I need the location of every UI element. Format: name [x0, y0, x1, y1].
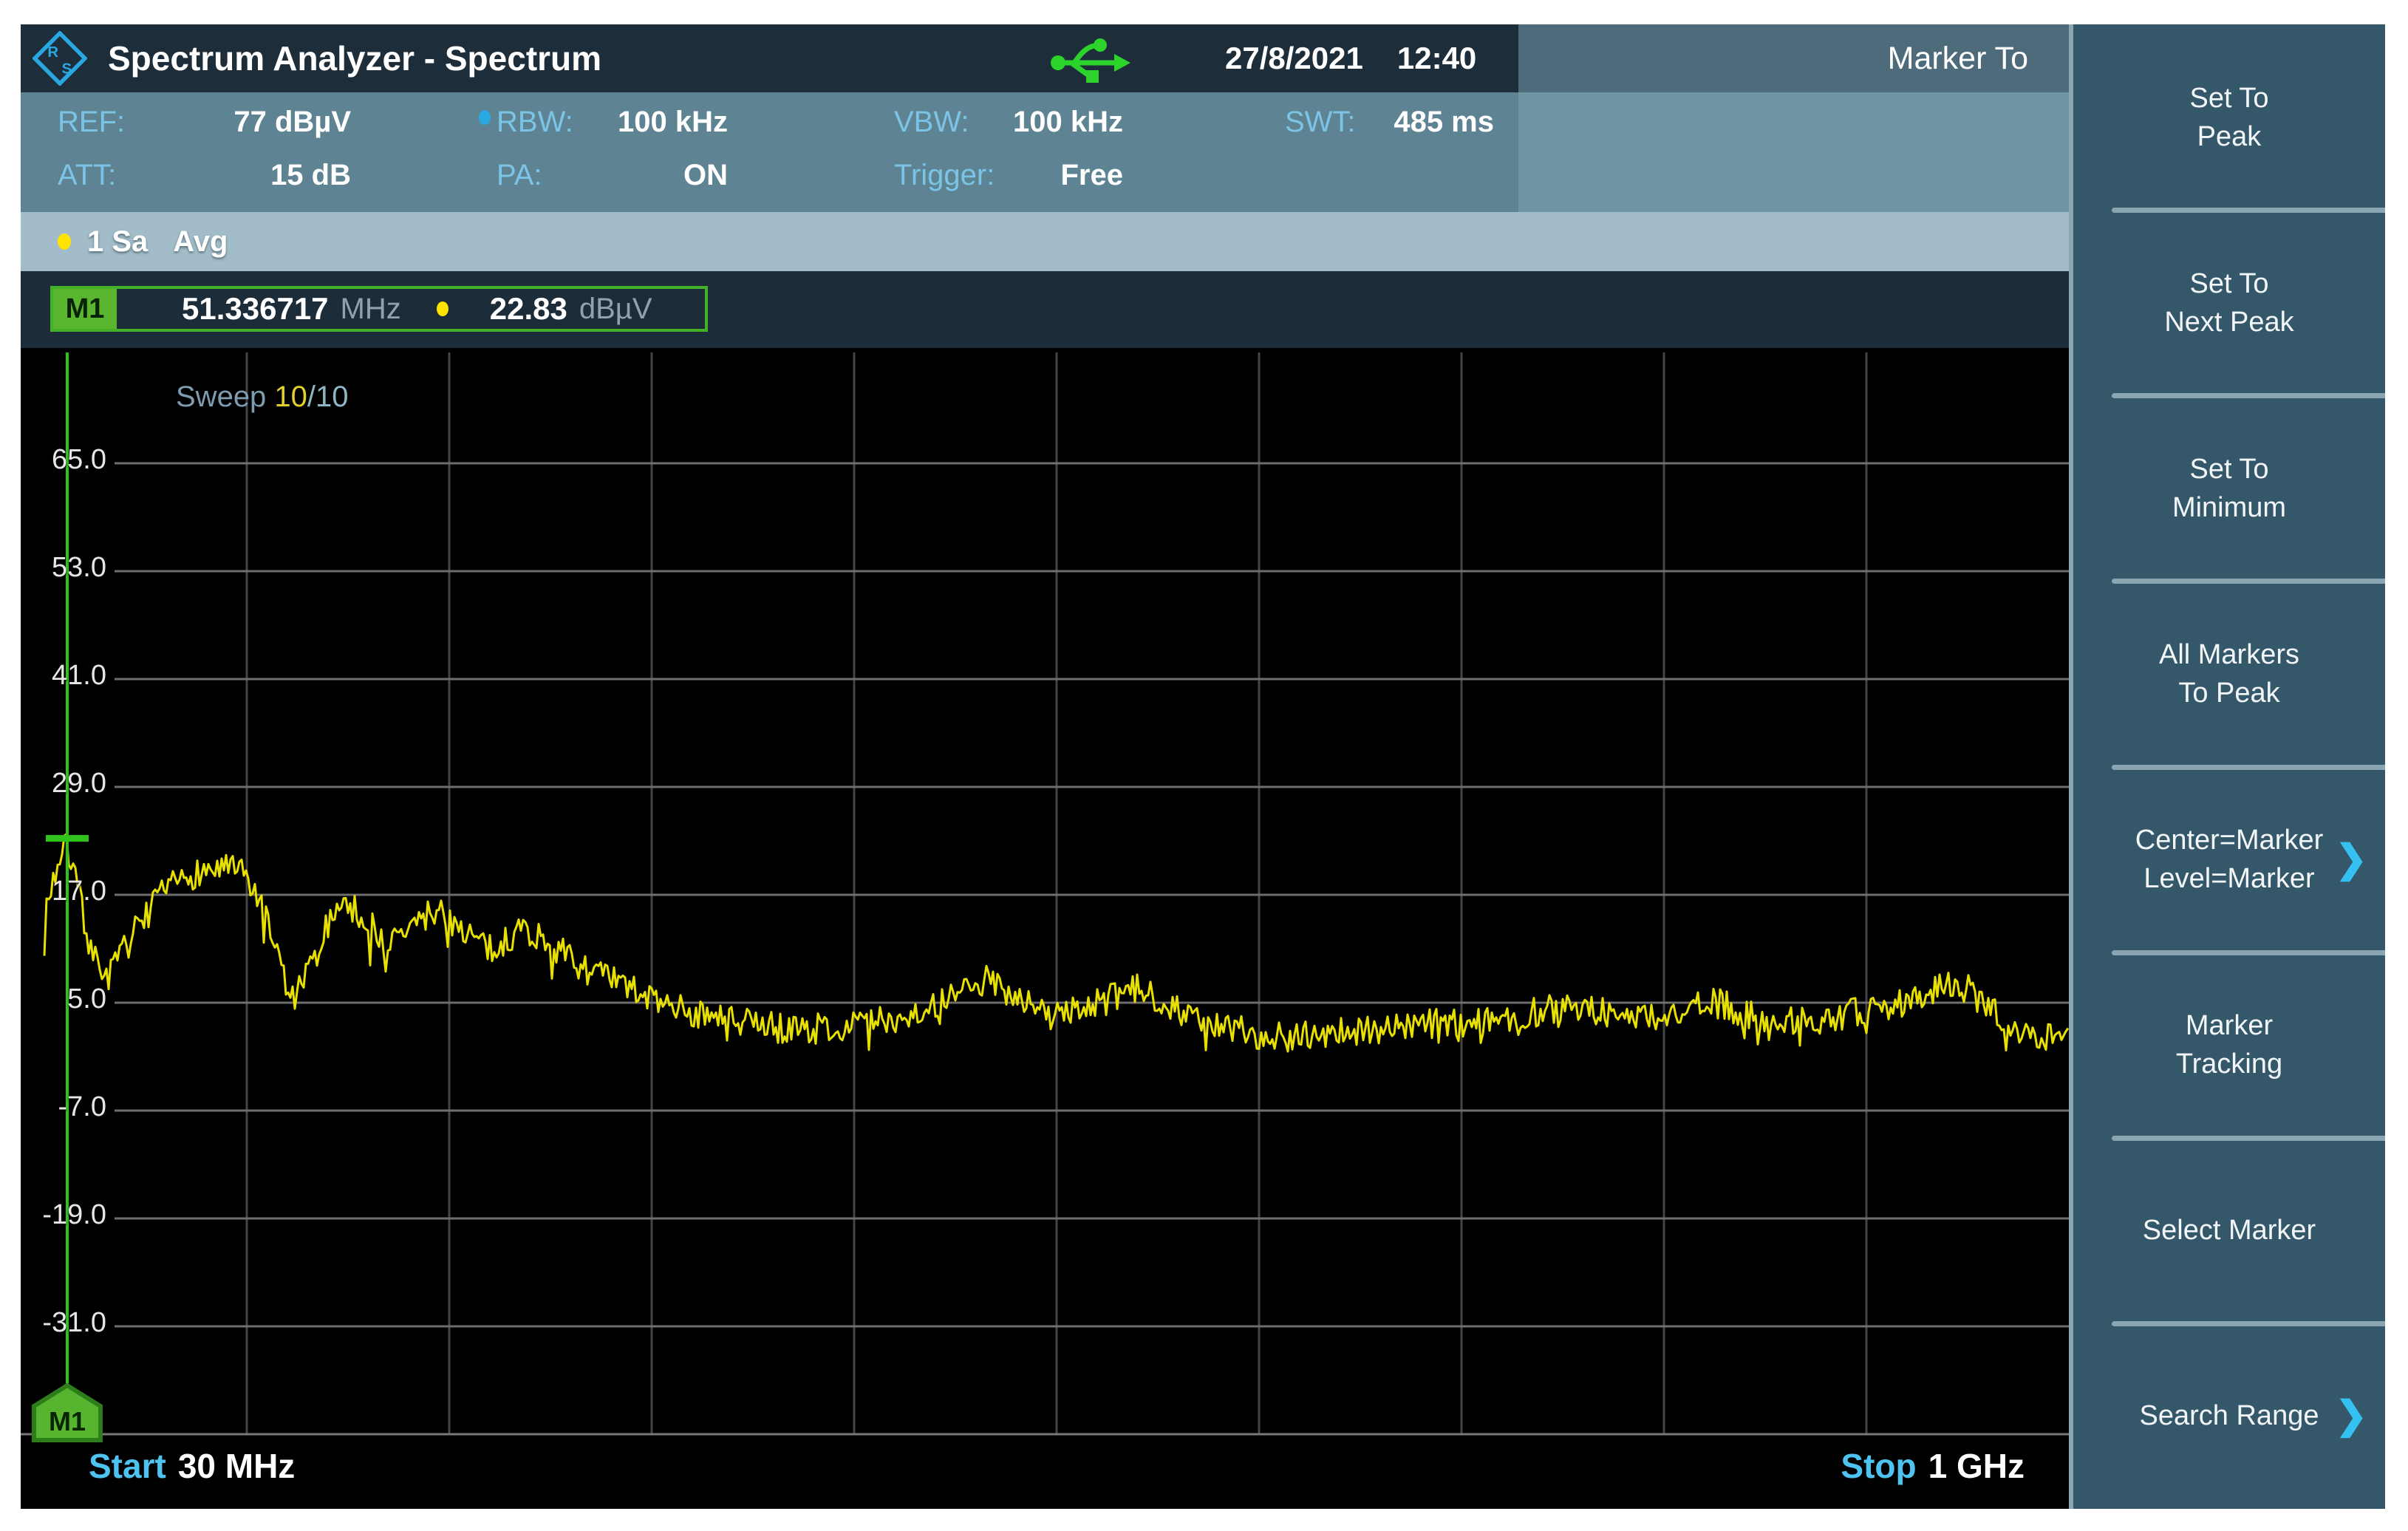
setting-value[interactable]: 77 dBµV [233, 106, 351, 139]
softkey-label: Set ToNext Peak [2164, 265, 2293, 341]
date-label: 27/8/2021 [1225, 41, 1363, 76]
chevron-right-icon: ❯ [2335, 840, 2367, 879]
softkey-label: Set ToPeak [2189, 79, 2268, 156]
softkey-label: Set ToMinimum [2172, 450, 2286, 527]
sweep-counter: Sweep 10/10 [176, 381, 349, 414]
softkey-divider [2112, 950, 2385, 955]
marker-frequency-value: 51.336717 [182, 291, 329, 327]
marker-trace-dot-icon [437, 301, 448, 316]
softkey-setto-minimum[interactable]: Set ToMinimum [2073, 395, 2385, 581]
trace-plot: M1 [21, 348, 2069, 1509]
softkey-setto-peak[interactable]: Set ToPeak [2073, 24, 2385, 210]
settings-panel-right [1518, 92, 2069, 212]
app-title: Spectrum Analyzer - Spectrum [108, 38, 601, 78]
marker-readout-box[interactable]: M1 51.336717 MHz 22.83 dBµV [50, 286, 708, 332]
settings-panel: REF: 77 dBµV ATT: 15 dB RBW: 100 kHz PA: ON VBW:… [21, 92, 1518, 212]
spectrum-analyzer-screen: R S Spectrum Analyzer - Spectrum 27/8/20… [21, 24, 2385, 1509]
marker-level-unit: dBµV [579, 293, 652, 326]
trace-detector-label: 1 Sa [87, 225, 148, 259]
marker-frequency-unit: MHz [341, 293, 401, 326]
softkey-menu: Set ToPeak Set ToNext Peak Set ToMinimum Al… [2069, 24, 2385, 1509]
softkey-label: Search Range [2140, 1397, 2319, 1435]
softkey-divider [2112, 1136, 2385, 1141]
setting-label: REF: [58, 106, 125, 139]
setting-label: ATT: [58, 159, 116, 192]
softkey-label: Center=MarkerLevel=Marker [2135, 821, 2323, 898]
softkey-searchrange[interactable]: Search Range ❯ [2073, 1323, 2385, 1509]
y-axis-tick-label: 29.0 [38, 768, 106, 799]
y-axis-tick-label: -19.0 [38, 1199, 106, 1231]
setting-value[interactable]: ON [683, 159, 728, 192]
y-axis-tick-label: 17.0 [38, 876, 106, 907]
softkey-divider [2112, 208, 2385, 213]
screenshot-canvas: { "header": { "app_title": "Spectrum Ana… [0, 0, 2408, 1531]
marker-readout-bar: M1 51.336717 MHz 22.83 dBµV [21, 271, 2069, 348]
start-frequency-label[interactable]: Start30 MHz [89, 1446, 295, 1486]
softkey-divider [2112, 1321, 2385, 1326]
softkey-divider [2112, 579, 2385, 584]
softkey-divider [2112, 765, 2385, 770]
marker-name-badge[interactable]: M1 [53, 289, 117, 329]
svg-text:R: R [47, 44, 58, 61]
marker-level-value: 22.83 [490, 291, 567, 327]
stop-frequency-label[interactable]: Stop1 GHz [1841, 1446, 2025, 1486]
y-axis-tick-label: 41.0 [38, 660, 106, 692]
softkey-marker-tracking[interactable]: MarkerTracking [2073, 952, 2385, 1138]
marker-position-tick [46, 835, 89, 842]
y-axis-tick-label: -31.0 [38, 1307, 106, 1339]
usb-icon [1049, 35, 1132, 83]
rohde-schwarz-logo-icon: R S [33, 31, 87, 86]
spectrum-chart[interactable]: M1 Sweep 10/10 Start30 MHz Stop1 GHz 65.… [21, 348, 2069, 1509]
setting-value[interactable]: 485 ms [1394, 106, 1494, 139]
setting-label: Trigger: [894, 159, 995, 192]
setting-label: PA: [497, 159, 542, 192]
softkey-setto-nextpeak[interactable]: Set ToNext Peak [2073, 210, 2385, 395]
setting-value[interactable]: 100 kHz [618, 106, 728, 139]
trace-info-bar[interactable]: 1 Sa Avg [21, 212, 2069, 271]
svg-text:S: S [61, 61, 72, 77]
setting-value[interactable]: 100 kHz [1013, 106, 1123, 139]
setting-label: RBW: [497, 106, 573, 139]
setting-label: VBW: [894, 106, 969, 139]
coupled-setting-dot-icon [479, 110, 491, 125]
softkey-label: MarkerTracking [2176, 1006, 2282, 1083]
setting-value[interactable]: 15 dB [270, 159, 351, 192]
setting-value[interactable]: Free [1061, 159, 1124, 192]
softkey-label: Select Marker [2143, 1211, 2316, 1249]
chevron-right-icon: ❯ [2335, 1397, 2367, 1435]
menu-title: Marker To [1888, 41, 2028, 77]
y-axis-tick-label: 5.0 [38, 983, 106, 1015]
menu-title-bar: Marker To [1518, 24, 2069, 92]
softkey-allmarkers-topeak[interactable]: All MarkersTo Peak [2073, 581, 2385, 766]
y-axis-tick-label: -7.0 [38, 1091, 106, 1123]
time-label: 12:40 [1397, 41, 1476, 76]
trace-color-dot-icon [58, 233, 71, 250]
date-time: 27/8/2021 12:40 [1225, 24, 1476, 92]
title-bar: R S Spectrum Analyzer - Spectrum 27/8/20… [21, 24, 1518, 92]
y-axis-tick-label: 65.0 [38, 444, 106, 476]
setting-label: SWT: [1285, 106, 1356, 139]
trace-mode-label: Avg [173, 225, 228, 259]
softkey-divider [2112, 393, 2385, 398]
softkey-centermarker-levelmarker[interactable]: Center=MarkerLevel=Marker ❯ [2073, 767, 2385, 952]
y-axis-tick-label: 53.0 [38, 552, 106, 584]
softkey-selectmarker[interactable]: Select Marker [2073, 1138, 2385, 1323]
svg-text:M1: M1 [49, 1406, 86, 1436]
softkey-label: All MarkersTo Peak [2159, 635, 2299, 712]
